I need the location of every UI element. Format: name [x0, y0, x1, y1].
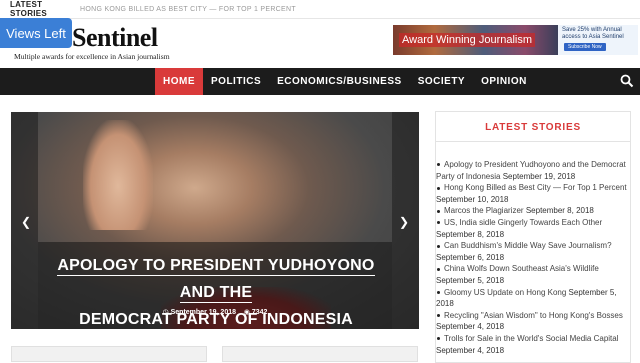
nav-economics-business[interactable]: ECONOMICS/BUSINESS [269, 68, 410, 95]
hero-meta: ◷ September 19, 2018 ◉ 7342 [11, 308, 419, 316]
story-list: Apology to President Yudhoyono and the D… [436, 159, 632, 356]
site-logo[interactable]: Sentinel [72, 25, 158, 51]
story-link[interactable]: Hong Kong Billed as Best City — For Top … [444, 183, 627, 192]
list-item: Hong Kong Billed as Best City — For Top … [436, 182, 632, 205]
nav-society[interactable]: SOCIETY [410, 68, 473, 95]
list-item: China Wolfs Down Southeast Asia's Wildli… [436, 263, 632, 286]
search-icon[interactable] [620, 74, 634, 88]
story-link[interactable]: Trolls for Sale in the World's Social Me… [444, 334, 619, 343]
bullet-icon [437, 221, 440, 225]
hero-photo-hand [83, 120, 153, 230]
bullet-icon [437, 314, 440, 318]
subscription-ad[interactable]: Award Winning Journalism Save 25% with A… [393, 25, 638, 55]
story-date: September 6, 2018 [436, 252, 505, 262]
main-navbar: HOME POLITICS ECONOMICS/BUSINESS SOCIETY… [0, 68, 640, 95]
latest-stories-sidebar: LATEST STORIES Apology to President Yudh… [435, 111, 631, 363]
hero-headline-line1[interactable]: APOLOGY TO PRESIDENT YUDHOYONO AND THE [57, 257, 375, 303]
bullet-icon [437, 267, 440, 271]
story-date: September 5, 2018 [436, 275, 505, 285]
bullet-icon [437, 163, 440, 167]
bullet-icon [437, 337, 440, 341]
nav-home[interactable]: HOME [155, 68, 203, 95]
ad-side-panel[interactable]: Save 25% with Annual access to Asia Sent… [558, 25, 638, 55]
story-link[interactable]: China Wolfs Down Southeast Asia's Wildli… [444, 264, 599, 273]
story-date: September 4, 2018 [436, 322, 505, 332]
story-link[interactable]: Can Buddhism's Middle Way Save Journalis… [444, 241, 612, 250]
story-date: September 19, 2018 [502, 171, 576, 181]
sidebar-title: LATEST STORIES [436, 112, 630, 142]
story-link[interactable]: US, India sidle Gingerly Towards Each Ot… [444, 218, 602, 227]
bullet-icon [437, 209, 440, 213]
hero-views: 7342 [251, 309, 268, 316]
story-link[interactable]: Marcos the Plagiarizer [444, 206, 524, 215]
story-date: September 10, 2018 [436, 194, 509, 204]
story-date: September 8, 2018 [436, 229, 505, 239]
list-item: Recycling "Asian Wisdom" to Hong Kong's … [436, 310, 632, 333]
views-left-badge[interactable]: Views Left [0, 18, 72, 48]
nav-opinion[interactable]: OPINION [473, 68, 535, 95]
bullet-icon [437, 244, 440, 248]
list-item: Marcos the Plagiarizer September 8, 2018 [436, 205, 632, 217]
hero-slider[interactable]: ❮ ❯ APOLOGY TO PRESIDENT YUDHOYONO AND T… [11, 112, 419, 329]
list-item: Trolls for Sale in the World's Social Me… [436, 333, 632, 356]
chevron-right-icon[interactable]: ❯ [399, 215, 409, 229]
nav-politics[interactable]: POLITICS [203, 68, 269, 95]
latest-stories-ticker: LATEST STORIES HONG KONG BILLED AS BEST … [0, 0, 640, 19]
bullet-icon [437, 290, 440, 294]
list-item: Apology to President Yudhoyono and the D… [436, 159, 632, 182]
ad-banner-image[interactable]: Award Winning Journalism [393, 25, 558, 55]
ticker-label: LATEST STORIES [10, 0, 48, 18]
hero-date: September 19, 2018 [170, 309, 236, 316]
ad-side-text: Save 25% with Annual access to Asia Sent… [562, 27, 624, 40]
story-date: September 4, 2018 [436, 345, 505, 355]
eye-icon: ◉ [243, 309, 250, 316]
clock-icon: ◷ [162, 309, 169, 316]
list-item: US, India sidle Gingerly Towards Each Ot… [436, 217, 632, 240]
site-tagline: Multiple awards for excellence in Asian … [14, 52, 170, 61]
story-link[interactable]: Gloomy US Update on Hong Kong [444, 288, 566, 297]
bullet-icon [437, 186, 440, 190]
ticker-headline[interactable]: HONG KONG BILLED AS BEST CITY — FOR TOP … [68, 6, 296, 13]
list-item: Gloomy US Update on Hong Kong September … [436, 287, 632, 310]
story-date: September 8, 2018 [525, 206, 594, 216]
ad-banner-text: Award Winning Journalism [399, 33, 536, 47]
subscribe-button[interactable]: Subscribe Now [564, 43, 606, 51]
list-item: Can Buddhism's Middle Way Save Journalis… [436, 240, 632, 263]
story-link[interactable]: Recycling "Asian Wisdom" to Hong Kong's … [444, 311, 623, 320]
chevron-left-icon[interactable]: ❮ [21, 215, 31, 229]
hero-headline[interactable]: APOLOGY TO PRESIDENT YUDHOYONO AND THE D… [41, 252, 391, 329]
